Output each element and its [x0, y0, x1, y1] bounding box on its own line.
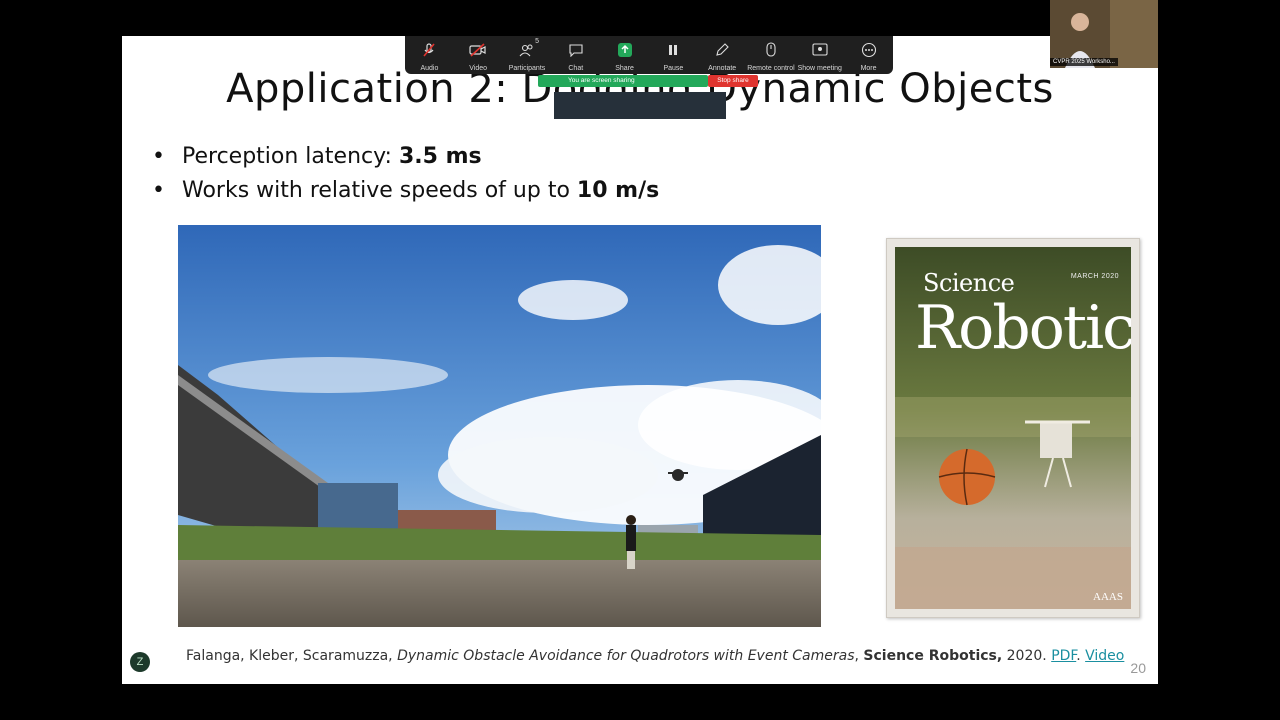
- aaas-logo: AAAS: [1093, 591, 1123, 603]
- video-off-icon: [466, 40, 490, 60]
- bullet-bold-value: 10 m/s: [576, 178, 660, 203]
- speaker-label: CVPR 2025 Worksho...: [1050, 58, 1118, 66]
- more-label: More: [860, 65, 877, 72]
- share-label: Share: [615, 65, 634, 72]
- pdf-link[interactable]: PDF: [1051, 648, 1076, 664]
- participants-icon: 5: [515, 38, 539, 60]
- page-number: 20: [1130, 660, 1146, 676]
- pause-icon: [661, 40, 685, 60]
- bullet-text: Perception latency:: [182, 144, 399, 169]
- presentation-slide: Application 2: Dodging Dynamic Objects •…: [122, 36, 1158, 684]
- citation-paper-title: Dynamic Obstacle Avoidance for Quadrotor…: [397, 648, 855, 664]
- bullet-latency: • Perception latency: 3.5 ms: [152, 144, 482, 169]
- video-link[interactable]: Video: [1085, 648, 1124, 664]
- science-robotics-cover: Science Robotics MARCH 2020 AAAS: [886, 238, 1140, 618]
- stop-share-button[interactable]: Stop share: [708, 75, 758, 87]
- participants-button[interactable]: 5 Participants: [504, 38, 550, 72]
- bullet-speed: • Works with relative speeds of up to 10 …: [152, 178, 660, 203]
- cover-date: MARCH 2020: [1070, 273, 1119, 280]
- mic-muted-icon: [417, 40, 441, 60]
- citation: Falanga, Kleber, Scaramuzza, Dynamic Obs…: [186, 648, 1125, 664]
- bullet-list: • Perception latency: 3.5 ms • Works with …: [152, 140, 659, 208]
- zoom-share-toolbar: Audio Video 5 Participants Chat Share Pa…: [405, 36, 893, 74]
- speaker-video-thumbnail[interactable]: CVPR 2025 Worksho...: [1050, 0, 1158, 68]
- citation-authors: Falanga, Kleber, Scaramuzza,: [186, 648, 398, 664]
- redaction-box: [554, 92, 726, 119]
- participant-count: 5: [535, 38, 539, 45]
- video-button[interactable]: Video: [455, 40, 501, 72]
- chat-icon: [564, 40, 588, 60]
- citation-year: 2020.: [1002, 648, 1052, 664]
- show-meeting-icon: [808, 40, 832, 60]
- citation-journal: Science Robotics,: [863, 648, 1003, 664]
- share-button[interactable]: Share: [602, 40, 648, 72]
- remote-control-label: Remote control: [747, 65, 795, 72]
- drone-dodging-photo: [178, 225, 821, 627]
- chat-button[interactable]: Chat: [553, 40, 599, 72]
- bullet-text: Works with relative speeds of up to: [182, 178, 577, 203]
- remote-control-button[interactable]: Remote control: [747, 40, 795, 72]
- chat-label: Chat: [568, 65, 584, 72]
- pause-button[interactable]: Pause: [650, 40, 696, 72]
- screen-sharing-banner: You are screen sharing: [538, 75, 708, 87]
- participants-label: Participants: [508, 65, 546, 72]
- more-button[interactable]: More: [846, 40, 892, 72]
- bullet-bold-value: 3.5 ms: [398, 144, 482, 169]
- pause-label: Pause: [663, 65, 684, 72]
- cover-robotics-text: Robotics: [915, 293, 1131, 363]
- video-label: Video: [469, 65, 488, 72]
- remote-control-icon: [759, 40, 783, 60]
- lab-logo-icon: Z: [130, 652, 150, 672]
- annotate-icon: [710, 40, 734, 60]
- show-meeting-label: Show meeting: [797, 65, 842, 72]
- share-icon: [613, 40, 637, 60]
- audio-label: Audio: [420, 65, 439, 72]
- screen-sharing-text: You are screen sharing: [568, 77, 635, 84]
- audio-button[interactable]: Audio: [406, 40, 452, 72]
- annotate-button[interactable]: Annotate: [699, 40, 745, 72]
- annotate-label: Annotate: [708, 65, 737, 72]
- more-icon: [857, 40, 881, 60]
- show-meeting-button[interactable]: Show meeting: [797, 40, 843, 72]
